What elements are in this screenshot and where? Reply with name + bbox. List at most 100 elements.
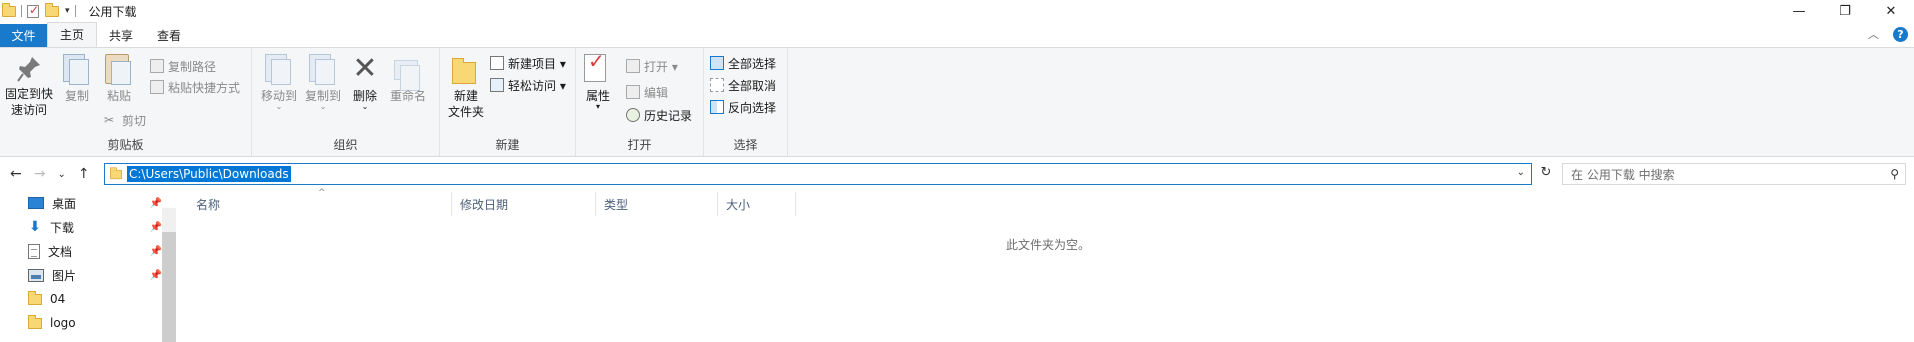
- address-path[interactable]: C:\Users\Public\Downloads: [127, 166, 291, 182]
- copy-button[interactable]: 复制: [60, 54, 94, 104]
- divider: [74, 5, 76, 17]
- edit-button[interactable]: 编辑: [626, 82, 668, 102]
- pin-to-quick-access-button[interactable]: 固定到快 速访问: [4, 54, 54, 118]
- refresh-icon[interactable]: ↻: [1537, 165, 1555, 183]
- chevron-down-icon[interactable]: ⌄: [1517, 167, 1525, 178]
- ribbon-tabs: 文件 主页 共享 查看 ︿ ?: [0, 22, 1914, 47]
- properties-icon[interactable]: [27, 3, 39, 18]
- move-to-icon: [265, 54, 291, 85]
- column-date-modified[interactable]: 修改日期: [452, 192, 596, 216]
- cut-button[interactable]: ✂ 剪切: [104, 110, 146, 130]
- nav-item-desktop[interactable]: 桌面 📌: [28, 192, 162, 214]
- title-bar: ▾ 公用下载 — ❐ ✕: [0, 0, 1914, 22]
- properties-button[interactable]: 属性 ▾: [582, 53, 614, 111]
- paste-shortcut-label: 粘贴快捷方式: [168, 80, 241, 95]
- minimize-button[interactable]: —: [1776, 0, 1822, 22]
- paste-shortcut-button[interactable]: 粘贴快捷方式: [150, 77, 240, 97]
- pin-icon: [17, 57, 40, 82]
- move-to-button[interactable]: 移动到 ⌄: [258, 54, 300, 111]
- paste-button[interactable]: 粘贴: [102, 54, 136, 104]
- new-folder-button[interactable]: 新建 文件夹: [446, 54, 486, 120]
- pin-icon[interactable]: 📌: [150, 270, 162, 281]
- edit-label: 编辑: [644, 85, 669, 100]
- up-arrow-icon[interactable]: ↑: [78, 166, 90, 182]
- search-placeholder: 在 公用下载 中搜索: [1571, 167, 1675, 182]
- address-bar[interactable]: C:\Users\Public\Downloads ⌄: [104, 163, 1532, 185]
- forward-arrow-icon[interactable]: →: [34, 166, 46, 182]
- column-label: 名称: [196, 197, 221, 212]
- search-input[interactable]: 在 公用下载 中搜索 ⚲: [1562, 163, 1906, 185]
- pin-icon[interactable]: 📌: [150, 222, 162, 233]
- new-group-label: 新建: [495, 138, 520, 152]
- copy-label: 复制: [64, 89, 89, 103]
- copy-path-button[interactable]: 复制路径: [150, 56, 216, 76]
- copy-icon: [63, 54, 89, 85]
- copy-path-icon: [150, 59, 164, 73]
- nav-scrollbar-thumb[interactable]: [162, 232, 176, 342]
- tab-view[interactable]: 查看: [145, 24, 193, 47]
- invert-selection-button[interactable]: 反向选择: [710, 97, 776, 117]
- properties-icon: [584, 53, 606, 82]
- nav-item-logo[interactable]: logo: [28, 312, 162, 334]
- column-label: 类型: [604, 197, 629, 212]
- empty-folder-message: 此文件夹为空。: [1006, 238, 1091, 252]
- organize-group: 移动到 ⌄ 复制到 ⌄ ✕ 删除 ⌄ 重命名 组织: [252, 48, 440, 156]
- close-button[interactable]: ✕: [1868, 0, 1914, 22]
- new-folder-icon[interactable]: [45, 2, 59, 17]
- copy-to-button[interactable]: 复制到 ⌄: [302, 54, 344, 111]
- column-name[interactable]: 名称: [188, 192, 452, 216]
- chevron-down-icon: ⌄: [319, 102, 327, 111]
- nav-item-pictures[interactable]: 图片 📌: [28, 264, 162, 286]
- collapse-ribbon-icon[interactable]: ︿: [1868, 26, 1879, 42]
- cut-label: 剪切: [122, 113, 147, 128]
- copy-to-icon: [309, 54, 335, 85]
- open-icon: [626, 59, 640, 73]
- back-arrow-icon[interactable]: ←: [10, 166, 22, 182]
- delete-button[interactable]: ✕ 删除 ⌄: [348, 54, 382, 111]
- tab-file[interactable]: 文件: [0, 24, 47, 47]
- column-label: 大小: [726, 197, 751, 212]
- help-icon[interactable]: ?: [1893, 26, 1908, 42]
- scissors-icon: ✂: [104, 113, 115, 127]
- document-icon: [28, 243, 40, 259]
- restore-button[interactable]: ❐: [1822, 0, 1868, 22]
- folder-icon: [110, 166, 122, 179]
- history-button[interactable]: 历史记录: [626, 105, 692, 125]
- desktop-icon: [28, 197, 44, 209]
- address-row: ← → ⌄ ↑ C:\Users\Public\Downloads ⌄ ↻ 在 …: [0, 157, 1914, 191]
- navigation-buttons: ← → ⌄ ↑: [10, 166, 90, 182]
- pin-icon[interactable]: 📌: [150, 246, 162, 257]
- search-icon[interactable]: ⚲: [1890, 167, 1899, 181]
- nav-item-label: 图片: [52, 268, 77, 283]
- nav-item-04[interactable]: 04: [28, 288, 162, 310]
- nav-item-label: 桌面: [52, 196, 77, 211]
- column-label: 修改日期: [460, 197, 509, 212]
- column-size[interactable]: 大小: [718, 192, 796, 216]
- rename-button[interactable]: 重命名: [386, 54, 430, 104]
- select-group: 全部选择 全部取消 反向选择 选择: [704, 48, 788, 156]
- nav-item-label: 文档: [48, 244, 73, 259]
- pin-icon[interactable]: 📌: [150, 198, 162, 209]
- select-group-label: 选择: [733, 138, 758, 152]
- chevron-down-icon[interactable]: ▾: [65, 6, 70, 16]
- history-icon: [626, 108, 640, 122]
- chevron-down-icon: ⌄: [361, 102, 369, 111]
- nav-item-downloads[interactable]: ⬇ 下载 📌: [28, 216, 162, 238]
- select-all-button[interactable]: 全部选择: [710, 53, 776, 73]
- recent-locations-icon[interactable]: ⌄: [57, 169, 65, 180]
- open-group: 属性 ▾ 打开 ▾ 编辑 历史记录 打开: [576, 48, 704, 156]
- paste-shortcut-icon: [150, 80, 164, 94]
- select-none-icon: [710, 78, 724, 92]
- easy-access-button[interactable]: 轻松访问 ▾: [490, 75, 566, 95]
- pin-label-2: 速访问: [10, 103, 47, 117]
- invert-selection-icon: [710, 100, 724, 114]
- open-group-label: 打开: [627, 138, 652, 152]
- nav-item-documents[interactable]: 文档 📌: [28, 240, 162, 262]
- tab-share[interactable]: 共享: [97, 24, 145, 47]
- organize-group-label: 组织: [333, 138, 358, 152]
- open-button[interactable]: 打开 ▾: [626, 56, 678, 76]
- select-none-button[interactable]: 全部取消: [710, 75, 776, 95]
- tab-home[interactable]: 主页: [47, 22, 98, 47]
- new-item-button[interactable]: 新建项目 ▾: [490, 53, 566, 73]
- column-type[interactable]: 类型: [596, 192, 718, 216]
